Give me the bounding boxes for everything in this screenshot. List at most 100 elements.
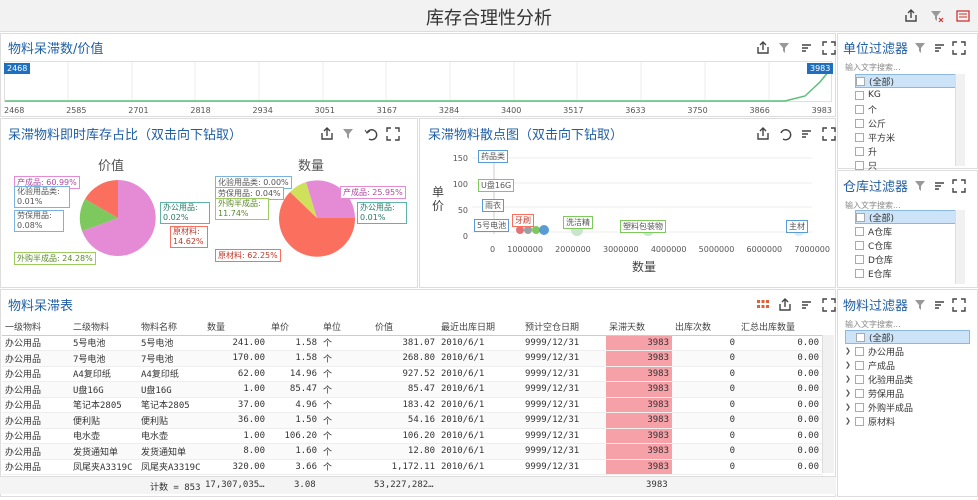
filter-option[interactable]: ❯ 办公用品 (845, 344, 970, 358)
export-icon[interactable] (320, 126, 334, 140)
filter-option[interactable]: ❯ 外购半成品 (845, 400, 970, 414)
clear-filter-icon[interactable] (930, 8, 944, 23)
col-header[interactable]: 单价 (268, 318, 320, 336)
filter-option[interactable]: 升 (855, 144, 965, 158)
filter-option[interactable]: KG (855, 88, 965, 102)
col-header[interactable]: 预计空仓日期 (522, 318, 606, 336)
wh-scrollbar[interactable] (955, 210, 965, 284)
grid-icon[interactable] (756, 297, 770, 311)
expand-arrow-icon[interactable]: ❯ (845, 389, 855, 397)
filter-option[interactable]: C仓库 (855, 238, 965, 252)
col-header[interactable]: 出库次数 (672, 318, 738, 336)
expand-icon[interactable] (822, 40, 836, 55)
filter-option[interactable]: E仓库 (855, 266, 965, 280)
col-header[interactable]: 最近出库日期 (438, 318, 522, 336)
filter-clear-icon[interactable] (342, 126, 356, 140)
drill-icon[interactable] (933, 178, 947, 192)
drill-icon[interactable] (800, 297, 814, 311)
dashboard-icon[interactable] (956, 8, 970, 22)
filter-option[interactable]: 公斤 (855, 116, 965, 130)
checkbox[interactable] (855, 374, 864, 384)
export-icon[interactable] (756, 40, 770, 54)
filter-option[interactable]: ❯ 化验用品类 (845, 372, 970, 386)
checkbox[interactable] (856, 212, 865, 222)
table-cell: 个 (320, 366, 372, 382)
expand-icon[interactable] (952, 40, 966, 55)
checkbox[interactable] (855, 360, 864, 370)
table-row[interactable]: 办公用品 电水壶 电水壶 1.00 106.20 个 106.20 2010/6/1 9999/… (2, 428, 822, 444)
checkbox[interactable] (856, 332, 865, 342)
filter-option[interactable]: 个 (855, 102, 965, 116)
expand-icon[interactable] (952, 178, 966, 193)
checkbox[interactable] (855, 268, 864, 278)
filter-option[interactable]: A仓库 (855, 224, 965, 238)
undo-icon[interactable] (778, 126, 792, 141)
checkbox[interactable] (855, 402, 864, 412)
filter-clear-icon[interactable] (914, 178, 928, 192)
filter-option[interactable]: (全部) (855, 210, 965, 224)
col-header[interactable]: 单位 (320, 318, 372, 336)
expand-arrow-icon[interactable]: ❯ (845, 361, 855, 369)
filter-option[interactable]: ❯ 原材料 (845, 414, 970, 428)
col-header[interactable]: 物料名称 (138, 318, 204, 336)
undo-icon[interactable] (364, 126, 378, 141)
checkbox[interactable] (855, 226, 864, 236)
expand-arrow-icon[interactable]: ❯ (845, 417, 855, 425)
col-header[interactable]: 数量 (204, 318, 268, 336)
checkbox[interactable] (855, 416, 864, 426)
export-icon[interactable] (904, 8, 918, 22)
drill-icon[interactable] (800, 40, 814, 54)
checkbox[interactable] (855, 388, 864, 398)
filter-clear-icon[interactable] (914, 297, 928, 311)
filter-option[interactable]: (全部) (855, 74, 965, 88)
col-header[interactable]: 汇总出库数量 (738, 318, 822, 336)
drill-icon[interactable] (933, 40, 947, 54)
table-row[interactable]: 办公用品 笔记本2805 笔记本2805 37.00 4.96 个 183.42 2010/6… (2, 397, 822, 413)
filter-option[interactable]: ❯ 产成品 (845, 358, 970, 372)
expand-icon[interactable] (952, 297, 966, 312)
table-scrollbar[interactable] (822, 335, 834, 473)
table-row[interactable]: 办公用品 便利贴 便利贴 36.00 1.50 个 54.16 2010/6/1 9999/12… (2, 412, 822, 429)
unit-search-input[interactable]: 输入文字搜索... (845, 62, 901, 73)
table-row[interactable]: 办公用品 U盘16G U盘16G 1.00 85.47 个 85.47 2010/6/1 999… (2, 381, 822, 398)
filter-option[interactable]: (全部) (845, 330, 970, 344)
table-row[interactable]: 办公用品 发货通知单 发货通知单 8.00 1.60 个 12.80 2010/6/1 9999… (2, 443, 822, 460)
table-row[interactable]: 办公用品 5号电池 5号电池 241.00 1.58 个 381.07 2010/6/1 999… (2, 335, 822, 351)
col-header[interactable]: 价值 (372, 318, 438, 336)
table-row[interactable]: 办公用品 A4复印纸 A4复印纸 62.00 14.96 个 927.52 2010/6/1 9… (2, 366, 822, 382)
table-row[interactable]: 办公用品 凤尾夹A3319C 凤尾夹A3319C 320.00 3.66 个 1,172.1… (2, 459, 822, 475)
col-header[interactable]: 二级物料 (70, 318, 138, 336)
mat-search-input[interactable]: 输入文字搜索... (845, 319, 901, 330)
unit-scrollbar[interactable] (955, 74, 965, 166)
checkbox[interactable] (855, 160, 864, 170)
checkbox[interactable] (855, 132, 864, 142)
drill-icon[interactable] (933, 297, 947, 311)
checkbox[interactable] (855, 240, 864, 250)
scatter-label-yuyi: 雨衣 (482, 199, 504, 212)
filter-option[interactable]: 平方米 (855, 130, 965, 144)
checkbox[interactable] (856, 76, 865, 86)
export-icon[interactable] (778, 297, 792, 311)
col-header[interactable]: 呆滞天数 (606, 318, 672, 336)
export-icon[interactable] (756, 126, 770, 140)
filter-option[interactable]: ❯ 劳保用品 (845, 386, 970, 400)
filter-option[interactable]: D仓库 (855, 252, 965, 266)
filter-clear-icon[interactable] (778, 40, 792, 54)
checkbox[interactable] (855, 90, 864, 100)
checkbox[interactable] (855, 254, 864, 264)
expand-icon[interactable] (822, 126, 836, 141)
expand-arrow-icon[interactable]: ❯ (845, 347, 855, 355)
drill-icon[interactable] (800, 126, 814, 140)
expand-arrow-icon[interactable]: ❯ (845, 375, 855, 383)
filter-clear-icon[interactable] (914, 40, 928, 54)
col-header[interactable]: 一级物料 (2, 318, 70, 336)
checkbox[interactable] (855, 118, 864, 128)
expand-arrow-icon[interactable]: ❯ (845, 403, 855, 411)
expand-icon[interactable] (822, 297, 836, 312)
footer-value: 53,227,282… (374, 480, 434, 490)
table-row[interactable]: 办公用品 7号电池 7号电池 170.00 1.58 个 268.80 2010/6/1 999… (2, 350, 822, 367)
checkbox[interactable] (855, 346, 864, 356)
expand-icon[interactable] (386, 126, 400, 141)
checkbox[interactable] (855, 104, 864, 114)
checkbox[interactable] (855, 146, 864, 156)
